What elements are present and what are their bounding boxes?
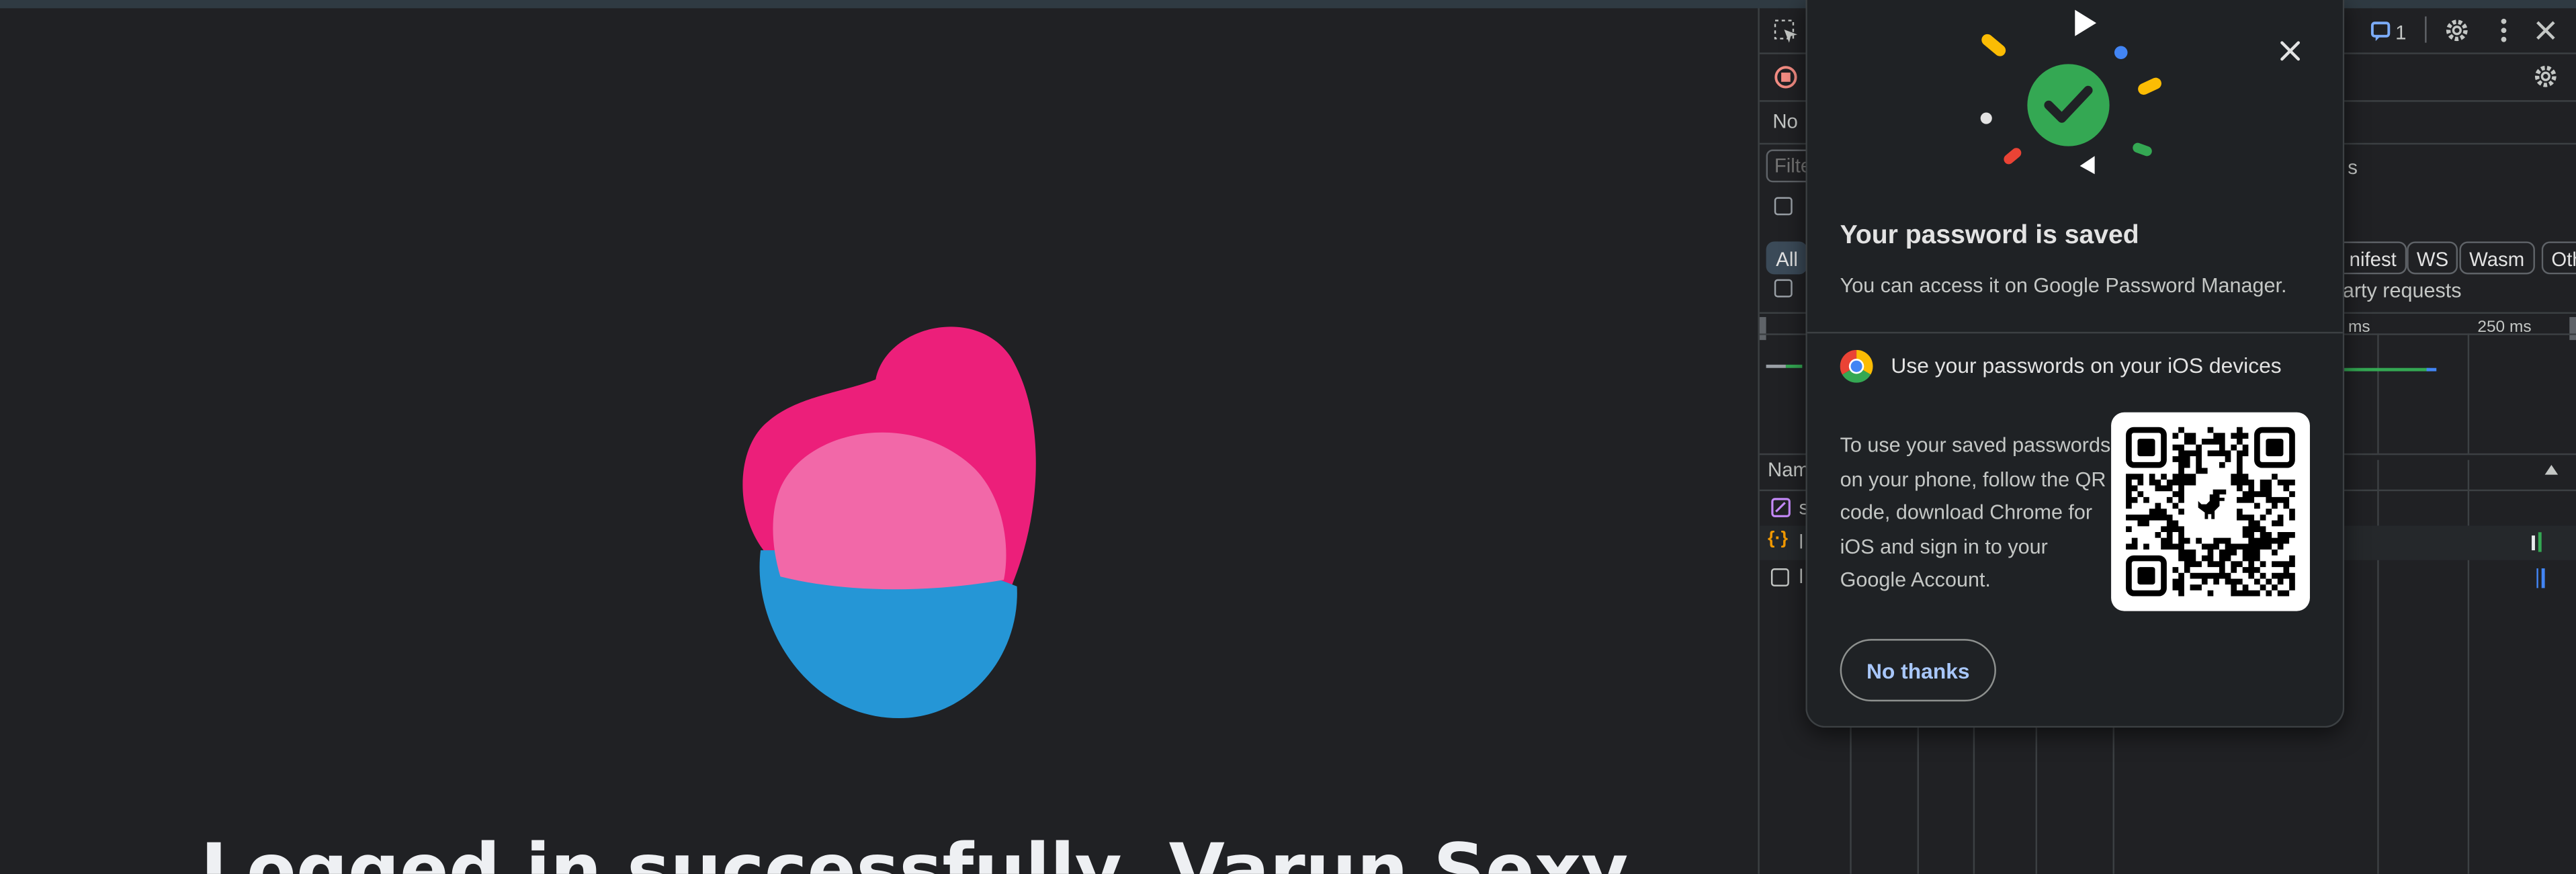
issues-icon[interactable] bbox=[2370, 21, 2391, 42]
request-name: l bbox=[1799, 530, 1804, 554]
sort-ascending-icon[interactable] bbox=[2543, 464, 2559, 477]
no-thanks-button[interactable]: No thanks bbox=[1840, 639, 1996, 702]
close-dialog-icon[interactable] bbox=[2272, 33, 2309, 69]
record-stop-icon[interactable] bbox=[1774, 66, 1797, 89]
issues-count: 1 bbox=[2395, 21, 2407, 45]
filter-chip-all[interactable]: All bbox=[1766, 241, 1808, 275]
ios-instructions: To use your saved passwords on your phon… bbox=[1840, 433, 2111, 592]
third-party-label: arty requests bbox=[2342, 279, 2462, 302]
timeline-grid-line bbox=[2467, 333, 2470, 453]
qr-code bbox=[2111, 412, 2310, 611]
filter-chip-ws[interactable]: WS bbox=[2407, 241, 2458, 275]
dialog-subtitle: You can access it on Google Password Man… bbox=[1840, 274, 2287, 298]
filter-options-label: s bbox=[2348, 156, 2358, 179]
app-logo bbox=[742, 326, 1036, 719]
document-icon bbox=[1771, 498, 1791, 517]
filter-chip-other[interactable]: Oth bbox=[2541, 241, 2576, 275]
login-success-headline: Logged in successfully, Varun Sexy bbox=[200, 829, 1629, 874]
checkbox-icon bbox=[1770, 568, 1789, 586]
network-settings-gear-icon[interactable] bbox=[2532, 62, 2560, 91]
script-icon: {·} bbox=[1768, 529, 1788, 549]
timeline-bar bbox=[2426, 367, 2437, 372]
waterfall-bar bbox=[2536, 568, 2538, 588]
timeline-grid-line bbox=[2377, 333, 2379, 453]
password-saved-dialog: Your password is saved You can access it… bbox=[1805, 0, 2345, 728]
timeline-handle-left[interactable] bbox=[1759, 316, 1766, 341]
waterfall-bar bbox=[2541, 568, 2545, 588]
timeline-bar bbox=[2341, 367, 2430, 372]
request-name: l bbox=[1799, 565, 1804, 588]
timeline-tick-250: 250 ms bbox=[2477, 318, 2532, 337]
timeline-bar bbox=[1785, 364, 1803, 368]
close-devtools-icon[interactable] bbox=[2535, 19, 2557, 41]
inspect-element-icon[interactable] bbox=[1772, 18, 1799, 44]
waterfall-bar bbox=[2538, 532, 2542, 552]
waterfall-bar bbox=[2532, 535, 2535, 551]
network-status-text: No bbox=[1772, 110, 1798, 134]
toolbar-divider bbox=[2425, 16, 2427, 43]
main-page: Logged in successfully, Varun Sexy bbox=[0, 8, 1758, 874]
third-party-checkbox[interactable] bbox=[1774, 279, 1793, 298]
dialog-divider bbox=[1807, 331, 2343, 334]
filter-chip-wasm[interactable]: Wasm bbox=[2459, 241, 2534, 275]
timeline-bar bbox=[1766, 364, 1786, 368]
dialog-title: Your password is saved bbox=[1840, 222, 2139, 250]
success-illustration bbox=[1980, 9, 2161, 175]
qr-code-image bbox=[2126, 427, 2295, 597]
invert-checkbox[interactable] bbox=[1774, 197, 1793, 216]
screen: Logged in successfully, Varun Sexy 1 No … bbox=[0, 0, 2576, 874]
more-options-icon[interactable] bbox=[2497, 16, 2511, 44]
settings-gear-icon[interactable] bbox=[2443, 16, 2471, 44]
ios-promo-label: Use your passwords on your iOS devices bbox=[1891, 353, 2282, 378]
chrome-logo-icon bbox=[1840, 349, 1873, 383]
timeline-handle-right[interactable] bbox=[2569, 316, 2576, 341]
column-header-name[interactable]: Nam bbox=[1768, 458, 1809, 481]
filter-chip-manifest[interactable]: nifest bbox=[2341, 241, 2407, 275]
